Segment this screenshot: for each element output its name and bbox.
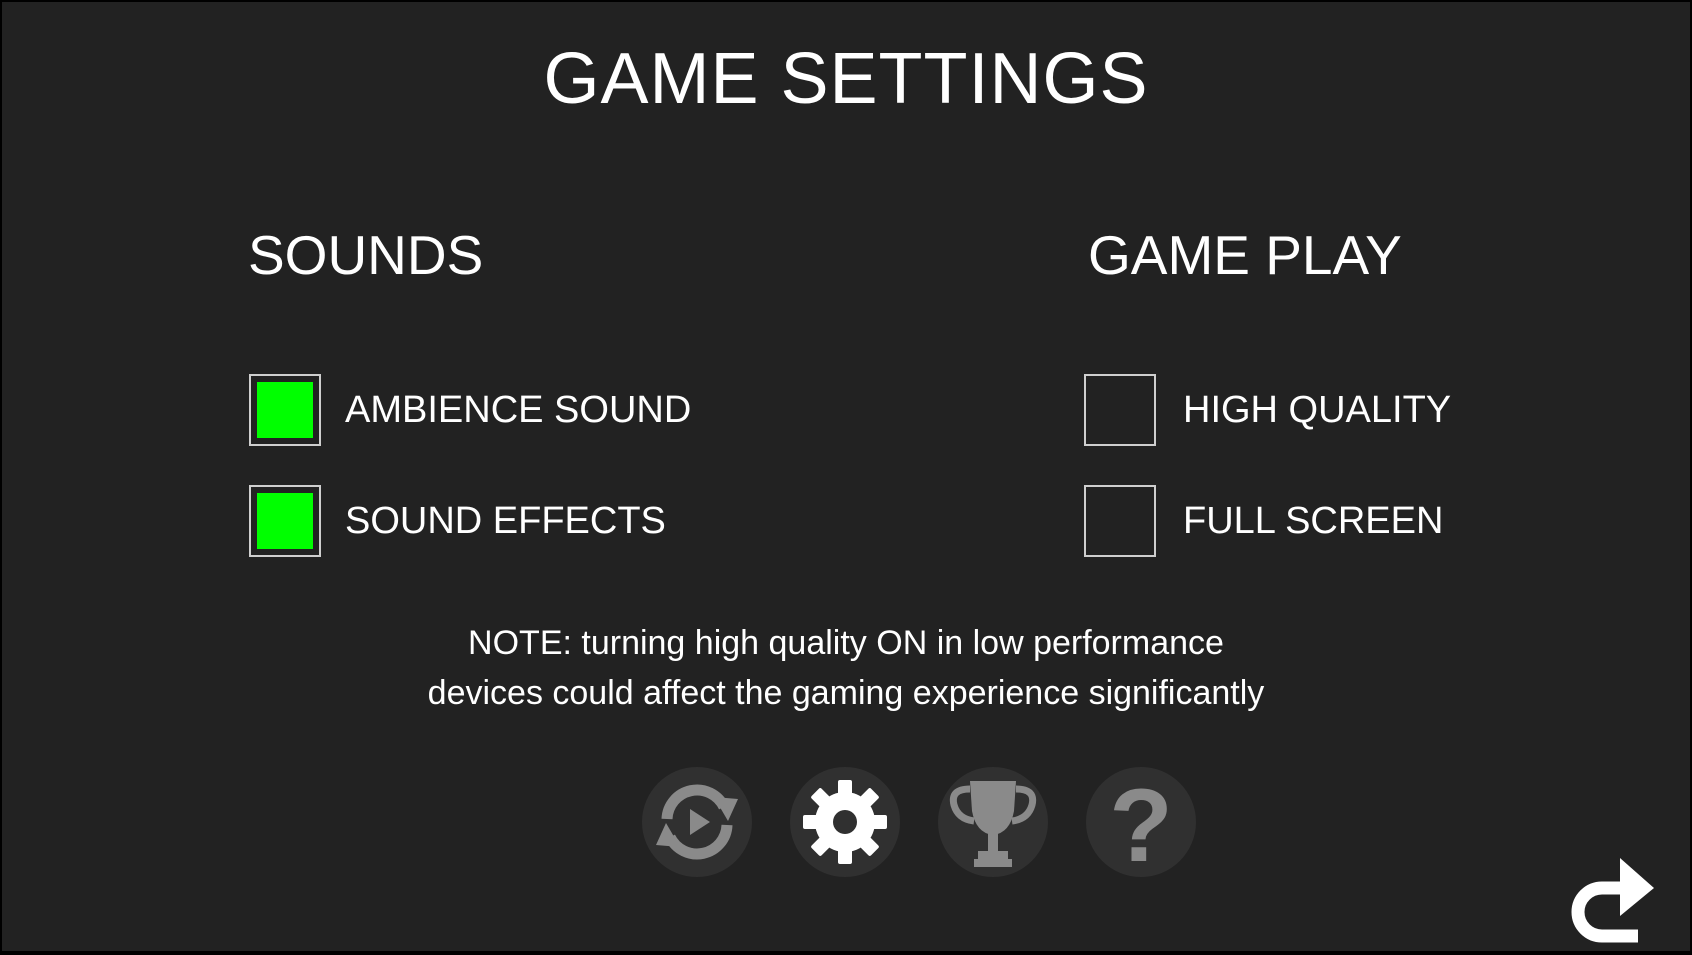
- full-screen-option[interactable]: FULL SCREEN: [1084, 485, 1443, 557]
- settings-button[interactable]: [790, 767, 900, 877]
- trophy-button[interactable]: [938, 767, 1048, 877]
- gameplay-heading: GAME PLAY: [1088, 224, 1402, 286]
- back-arrow-icon: [1571, 858, 1654, 943]
- full-screen-label: FULL SCREEN: [1183, 500, 1444, 542]
- ambience-sound-option[interactable]: AMBIENCE SOUND: [249, 374, 691, 446]
- checkbox-fill: [1092, 382, 1148, 438]
- back-button[interactable]: [1558, 850, 1658, 950]
- gear-icon: [803, 780, 887, 864]
- checkbox-fill: [1092, 493, 1148, 549]
- high-quality-checkbox[interactable]: [1084, 374, 1156, 446]
- sounds-heading: SOUNDS: [248, 224, 484, 286]
- high-quality-label: HIGH QUALITY: [1183, 389, 1452, 431]
- note-line-1: NOTE: turning high quality ON in low per…: [468, 624, 1224, 662]
- sound-effects-checkbox[interactable]: [249, 485, 321, 557]
- trophy-icon: [949, 781, 1037, 867]
- note-line-2: devices could affect the gaming experien…: [427, 674, 1265, 712]
- help-icon: ?: [1109, 768, 1173, 877]
- sound-effects-option[interactable]: SOUND EFFECTS: [249, 485, 666, 557]
- replay-icon: [656, 784, 738, 860]
- high-quality-option[interactable]: HIGH QUALITY: [1084, 374, 1451, 446]
- checkbox-fill: [257, 493, 313, 549]
- full-screen-checkbox[interactable]: [1084, 485, 1156, 557]
- checkbox-fill: [257, 382, 313, 438]
- help-button[interactable]: ?: [1086, 767, 1196, 877]
- ambience-sound-checkbox[interactable]: [249, 374, 321, 446]
- sound-effects-label: SOUND EFFECTS: [345, 500, 666, 542]
- performance-note: NOTE: turning high quality ON in low per…: [0, 618, 1692, 718]
- svg-text:?: ?: [1109, 768, 1173, 877]
- game-screen: GAME SETTINGS SOUNDS GAME PLAY AMBIENCE …: [0, 0, 1692, 951]
- page-title: GAME SETTINGS: [543, 39, 1149, 119]
- replay-button[interactable]: [642, 767, 752, 877]
- ambience-sound-label: AMBIENCE SOUND: [345, 389, 692, 431]
